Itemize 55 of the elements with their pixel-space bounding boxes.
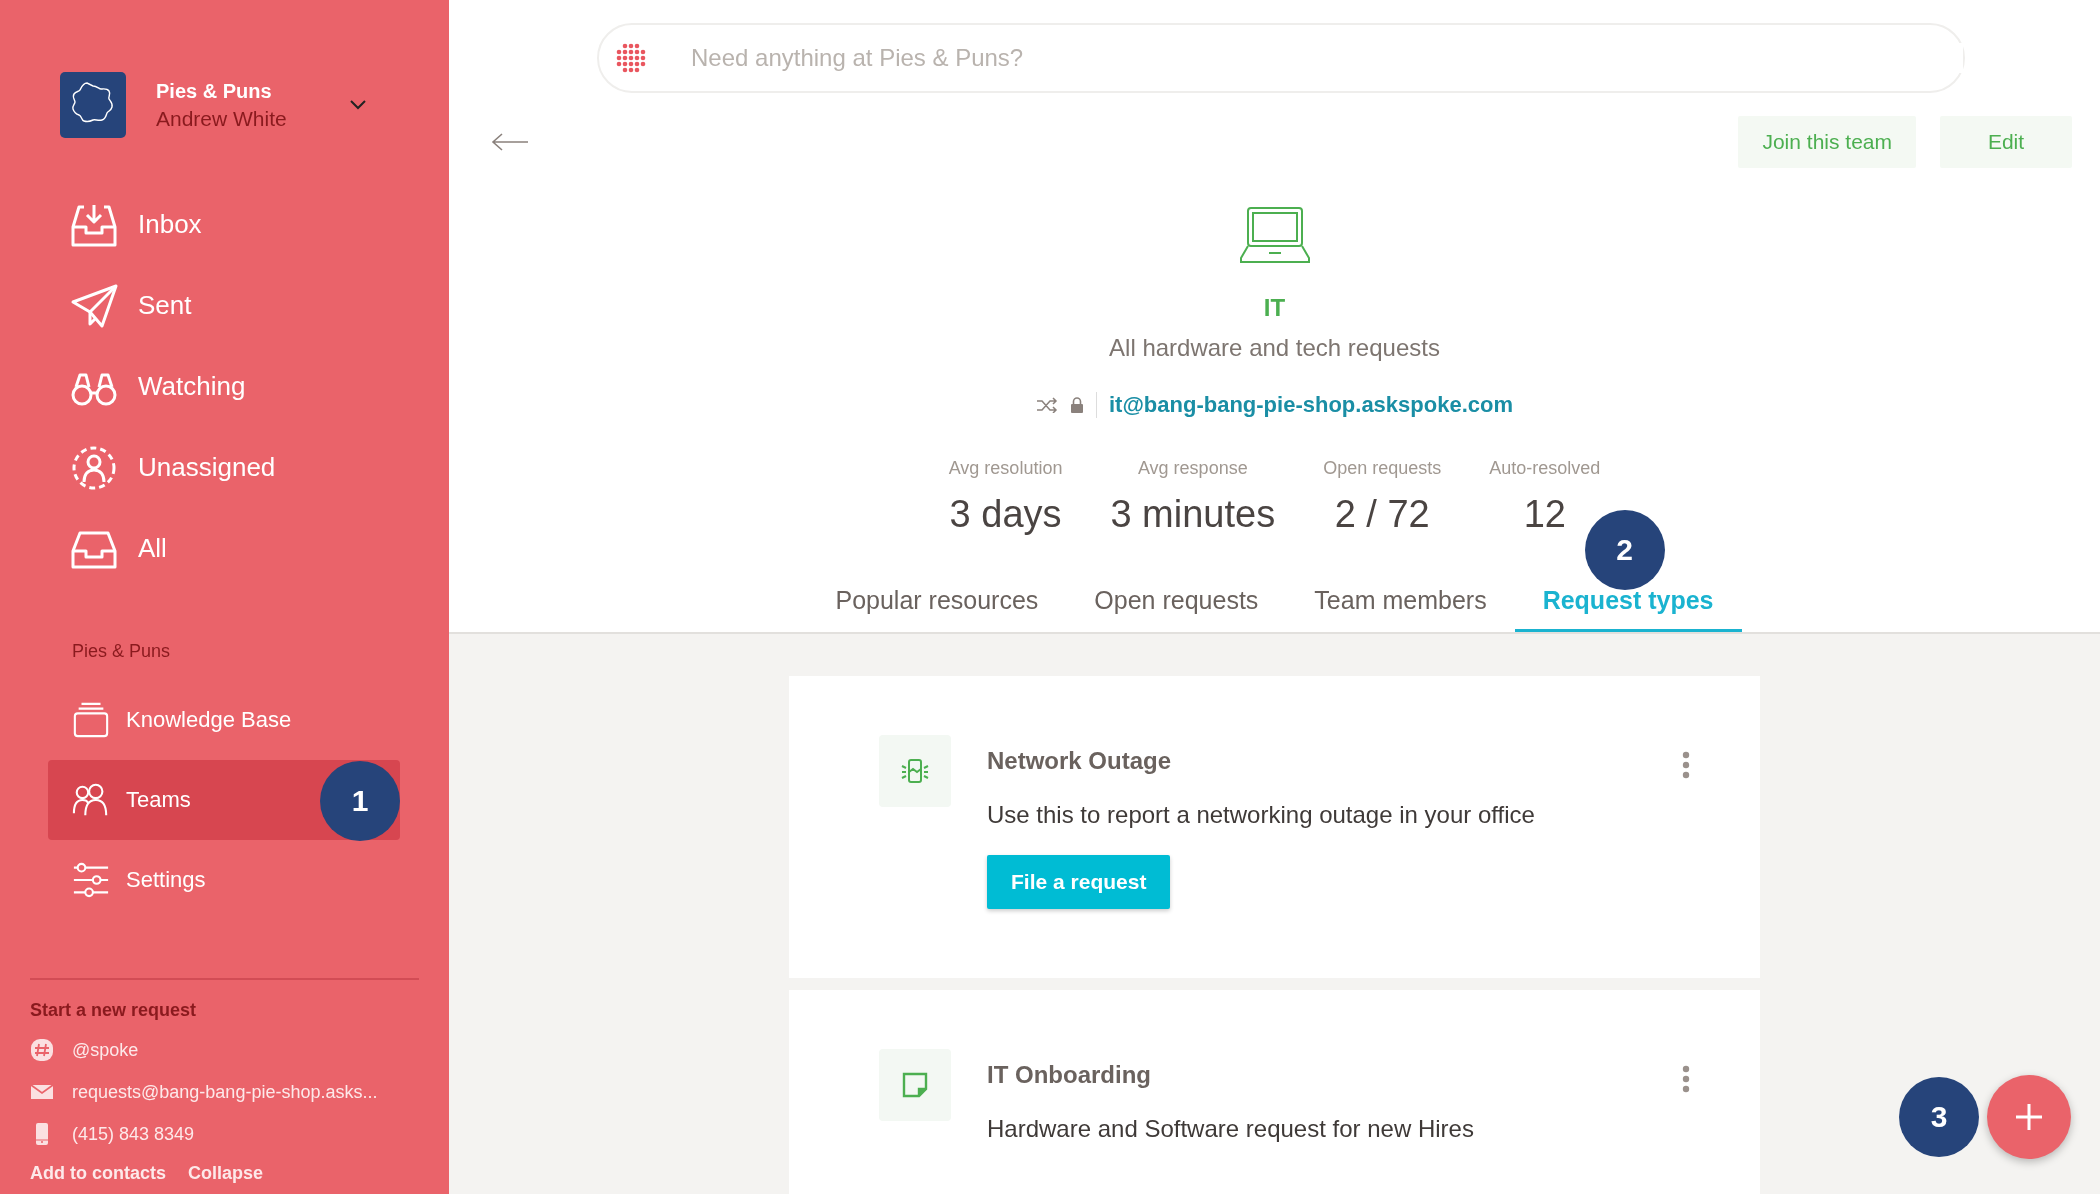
plus-icon	[2014, 1102, 2044, 1132]
step-number-badge: 1	[320, 761, 400, 841]
section-label: Pies & Puns	[72, 641, 172, 662]
nav-item[interactable]: Settings	[48, 840, 400, 920]
sticky-note-icon	[900, 1070, 930, 1100]
nav-item[interactable]: All	[48, 508, 400, 589]
nav-item[interactable]: Knowledge Base	[48, 680, 400, 760]
stat-value: 12	[1523, 493, 1566, 536]
request-type-description: Use this to report a networking outage in your office	[987, 801, 1535, 829]
chevron-down-icon[interactable]	[348, 99, 367, 111]
nav-item[interactable]: Watching	[48, 346, 400, 427]
step-number-badge: 2	[1584, 510, 1665, 590]
broken-device-icon	[900, 756, 930, 786]
nav-item[interactable]: Unassigned	[48, 427, 400, 508]
file-request-button[interactable]: File a request	[987, 855, 1171, 909]
contact-text: requests@bang-bang-pie-shop.asks...	[72, 1081, 378, 1103]
stat-label: Avg resolution	[948, 458, 1063, 479]
sidebar-link[interactable]: Add to contacts	[30, 1163, 166, 1184]
request-type-title: IT Onboarding	[987, 1061, 1151, 1089]
more-options-icon[interactable]	[1682, 751, 1690, 779]
stat-value: 3 minutes	[1110, 493, 1276, 536]
request-type-description: Hardware and Software request for new Hires	[987, 1115, 1474, 1143]
contact-text: @spoke	[72, 1039, 139, 1061]
laptop-icon	[1238, 206, 1311, 264]
action-button[interactable]: Join this team	[1738, 116, 1916, 168]
stat-label: Auto-resolved	[1489, 458, 1601, 479]
tab[interactable]: Team members	[1286, 586, 1515, 632]
user-name: Andrew White	[156, 106, 287, 131]
shuffle-icon	[1035, 397, 1058, 413]
team-name: IT	[1263, 294, 1286, 322]
sidebar-link[interactable]: Collapse	[188, 1163, 264, 1184]
stat-label: Open requests	[1323, 458, 1442, 479]
new-request-heading: Start a new request	[30, 1000, 198, 1021]
stacked-cards-icon	[72, 701, 110, 739]
stat-label: Avg response	[1137, 458, 1248, 479]
workspace-name: Pies & Puns	[156, 79, 273, 103]
nav-item[interactable]: Inbox	[48, 184, 400, 265]
more-options-icon[interactable]	[1682, 1065, 1690, 1093]
back-arrow-icon[interactable]	[491, 132, 529, 152]
stat-value: 3 days	[949, 493, 1062, 536]
search-field[interactable]: Need anything at Pies & Puns?	[597, 23, 1965, 93]
tab[interactable]: Open requests	[1066, 586, 1287, 632]
team-description: All hardware and tech requests	[1109, 334, 1440, 362]
team-email-link[interactable]: it@bang-bang-pie-shop.askspoke.com	[1095, 392, 1514, 418]
action-button[interactable]: Edit	[1940, 116, 2072, 168]
hashtag-icon	[30, 1038, 54, 1062]
lock-icon	[1069, 397, 1084, 413]
contact-text: (415) 843 8349	[72, 1123, 195, 1145]
stat-value: 2 / 72	[1334, 493, 1430, 536]
sliders-icon	[72, 861, 110, 899]
request-type-title: Network Outage	[987, 747, 1172, 775]
tab[interactable]: Popular resources	[807, 586, 1067, 632]
workspace-logo-icon	[60, 72, 126, 138]
nav-item[interactable]: Sent	[48, 265, 400, 346]
nav-item[interactable]: Teams 1	[48, 760, 400, 840]
